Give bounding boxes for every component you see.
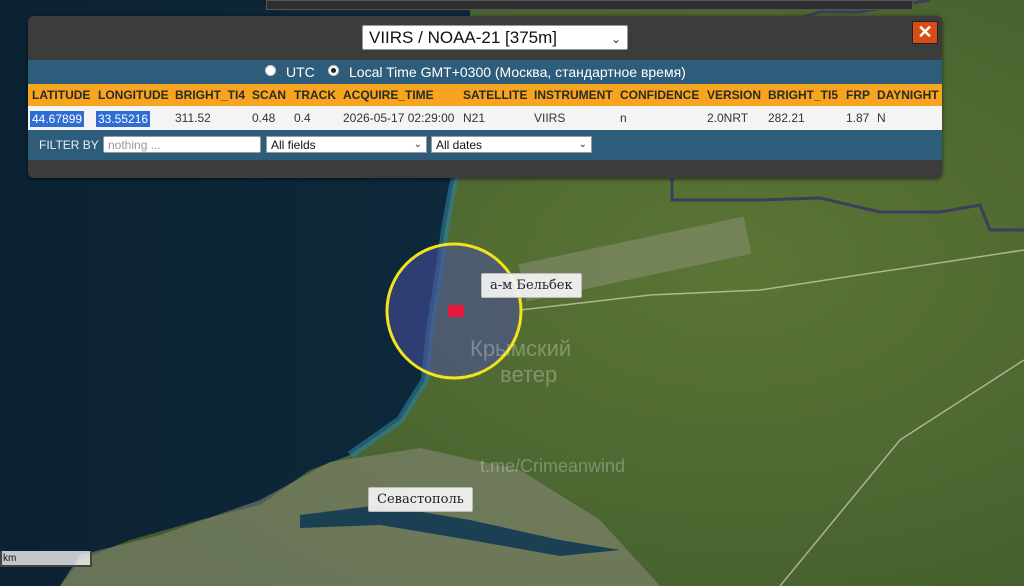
chevron-down-icon: ⌄ [413,139,422,150]
date-select[interactable]: All dates ⌄ [431,136,592,153]
scale-unit: km [3,553,17,564]
chevron-down-icon: ⌄ [610,32,621,46]
satellite-cell: N21 [463,111,486,125]
date-select-value: All dates [436,138,483,152]
close-button[interactable]: ✕ [912,21,938,44]
frp-cell: 1.87 [846,111,870,125]
watermark-url: t.me/Crimeanwind [480,456,626,476]
watermark-line-2: ветер [500,362,558,387]
local-time-radio[interactable] [328,65,339,76]
local-time-label: Local Time GMT+0300 (Москва, стандартное… [349,64,686,80]
fire-marker[interactable] [448,305,464,317]
filter-label: FILTER BY [39,138,99,152]
column-header: BRIGHT_TI5 [768,88,839,102]
filter-input[interactable]: nothing ... [103,136,261,153]
column-header: DAYNIGHT [877,88,939,102]
column-header: FRP [846,88,870,102]
city-label: Севастополь [368,487,473,512]
scale-bar: km [0,551,92,567]
chevron-down-icon: ⌄ [578,139,587,150]
column-header: SATELLITE [463,88,528,102]
confidence-cell: n [620,111,627,125]
instrument-cell: VIIRS [534,111,566,125]
column-header: CONFIDENCE [620,88,700,102]
acquire-time-cell: 2026-05-17 02:29:00 [343,111,455,125]
column-header: TRACK [294,88,336,102]
column-header: SCAN [252,88,287,102]
fire-info-panel: VIIRS / NOAA-21 [375m] ⌄ ✕ UTC Local Tim… [28,16,942,178]
track-cell: 0.4 [294,111,311,125]
filter-row: FILTER BY nothing ... All fields ⌄ All d… [28,130,942,160]
panel-header: VIIRS / NOAA-21 [375m] ⌄ ✕ [28,16,942,60]
field-select-value: All fields [271,138,316,152]
satellite-select-value: VIIRS / NOAA-21 [375m] [369,28,558,47]
time-mode-row: UTC Local Time GMT+0300 (Москва, стандар… [28,60,942,84]
column-header: ACQUIRE_TIME [343,88,434,102]
column-header: VERSION [707,88,762,102]
field-select[interactable]: All fields ⌄ [266,136,427,153]
column-header: LONGITUDE [98,88,169,102]
version-cell: 2.0NRT [707,111,749,125]
top-toolbar-strip [266,0,913,10]
table-row: 44.67899 33.55216 311.52 0.48 0.4 2026-0… [28,106,942,130]
latitude-cell[interactable]: 44.67899 [30,111,85,127]
airbase-label: а-м Бельбек [481,273,582,298]
satellite-select[interactable]: VIIRS / NOAA-21 [375m] ⌄ [362,25,628,50]
daynight-cell: N [877,111,886,125]
bright-ti4-cell: 311.52 [175,111,211,125]
column-header: BRIGHT_TI4 [175,88,246,102]
scan-cell: 0.48 [252,111,276,125]
column-header: INSTRUMENT [534,88,613,102]
watermark-line-1: Крымский [470,336,572,361]
table-header-row: LATITUDE LONGITUDE BRIGHT_TI4 SCAN TRACK… [28,84,942,106]
utc-radio[interactable] [265,65,276,76]
longitude-cell[interactable]: 33.55216 [96,111,151,127]
bright-ti5-cell: 282.21 [768,111,805,125]
utc-label: UTC [286,64,315,80]
column-header: LATITUDE [32,88,91,102]
